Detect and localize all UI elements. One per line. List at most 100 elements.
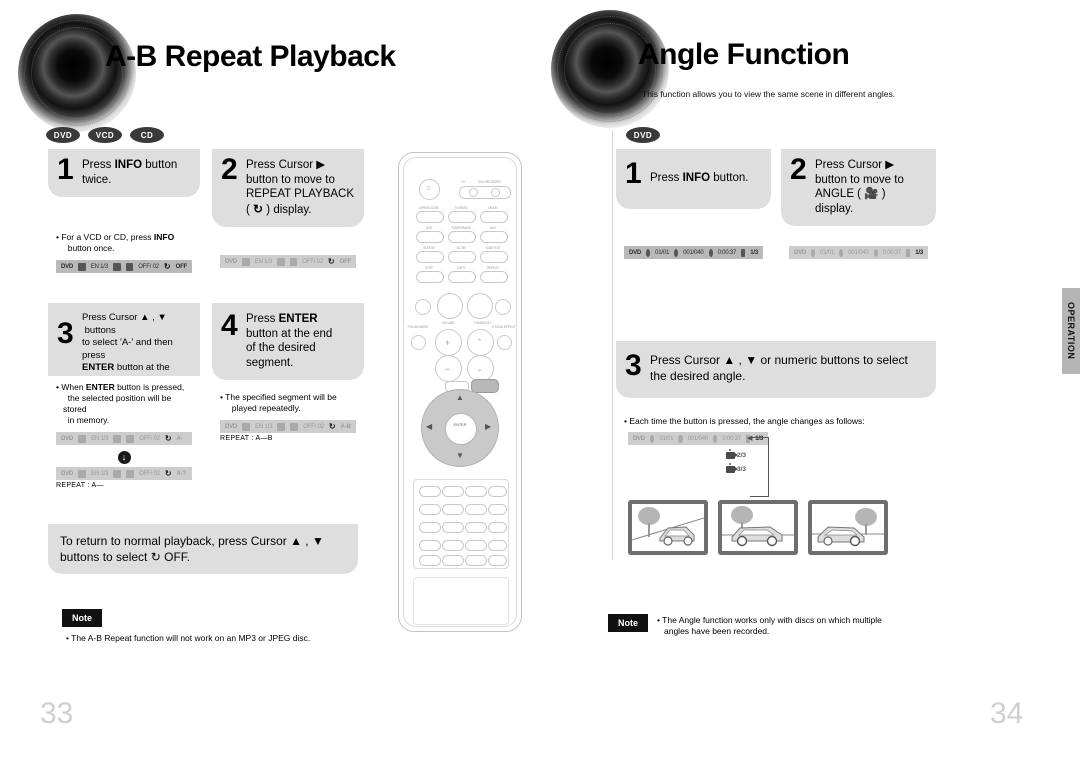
osd-bar: DVD 01/01 001/040 0:00:37 1/3 bbox=[789, 246, 928, 259]
down-arrow-icon: ↓ bbox=[56, 449, 192, 464]
step-number: 3 bbox=[625, 349, 642, 382]
skip-forward-button bbox=[495, 299, 511, 315]
pscan-mode-button bbox=[411, 335, 426, 350]
osd-disc-label: DVD bbox=[61, 435, 74, 442]
stop-button bbox=[437, 293, 463, 319]
key-3 bbox=[465, 486, 487, 497]
step-text: Press Cursor ▶ button to move to ANGLE ( 🎥… bbox=[815, 159, 904, 215]
tv-led bbox=[469, 188, 478, 197]
minus-icon: − bbox=[444, 364, 451, 374]
badge-cd: CD bbox=[130, 127, 164, 143]
subtitle-icon bbox=[242, 257, 250, 266]
osd-angle: 1/3 bbox=[915, 249, 924, 256]
key-8 bbox=[442, 522, 464, 533]
repeat-status-line: REPEAT : A— bbox=[56, 482, 104, 489]
step-text: Press Cursor ▶ button to move to REPEAT PL… bbox=[246, 159, 355, 216]
caption-icon bbox=[290, 422, 299, 431]
osd-time: 0:00:37 bbox=[882, 249, 902, 256]
aux-button bbox=[480, 231, 508, 243]
tv-dvd-selector bbox=[459, 186, 511, 199]
caption-icon bbox=[126, 434, 135, 443]
play-pause-button bbox=[467, 293, 493, 319]
right-page: Angle Function This function allows you … bbox=[540, 0, 1080, 763]
key-4 bbox=[419, 504, 441, 515]
note-label: Note bbox=[62, 609, 102, 627]
osd-chapter: 001/040 bbox=[848, 249, 869, 256]
open-close-button bbox=[416, 211, 444, 223]
osd-repeat: A-B bbox=[340, 423, 351, 430]
osd-title: 01/01 bbox=[655, 249, 670, 256]
subtitle-icon bbox=[78, 434, 87, 443]
key-1 bbox=[419, 486, 441, 497]
angle-options: 2/3 3/3 bbox=[726, 448, 746, 477]
osd-disc-label: DVD bbox=[794, 249, 807, 256]
caption-icon bbox=[289, 257, 298, 266]
chapter-icon bbox=[839, 248, 844, 257]
angle-sequence-diagram: DVD 01/01 001/040 0:00:37 1/3 2/3 3/3 ◀ bbox=[628, 432, 769, 497]
osd-audio: EN 1/3 bbox=[91, 435, 109, 442]
osd-repeat: OFF bbox=[175, 263, 188, 270]
osd-disc-label: DVD bbox=[225, 258, 238, 265]
audio-icon bbox=[276, 257, 285, 266]
osd-audio: EN 1/3 bbox=[91, 470, 109, 477]
right-page-subtitle: This function allows you to view the sam… bbox=[642, 89, 896, 99]
osd-disc-label: DVD bbox=[225, 423, 238, 430]
osd-subtitle: OFF/ 02 bbox=[138, 263, 159, 270]
right-page-title: Angle Function bbox=[638, 38, 850, 71]
badge-dvd: DVD bbox=[46, 127, 80, 143]
remote-tv-label: TV bbox=[461, 180, 465, 184]
dpad-up-icon: ▲ bbox=[456, 393, 464, 402]
osd-time: 0:00:37 bbox=[722, 435, 741, 442]
step-text: Press INFO button. bbox=[650, 172, 749, 184]
step-1-bullet: • For a VCD or CD, press INFO button onc… bbox=[56, 232, 175, 253]
angle-camera-icon bbox=[726, 466, 738, 473]
section-tab-label: OPERATION bbox=[1066, 302, 1076, 360]
osd-chapter: 001/040 bbox=[687, 435, 709, 442]
step-2-right: 2 Press Cursor ▶ button to move to ANGLE (… bbox=[781, 149, 936, 226]
osd-subtitle: OFF/ 02 bbox=[302, 258, 323, 265]
step-3-right: 3 Press Cursor ▲ , ▼ or numeric buttons … bbox=[616, 341, 936, 398]
thumbnail-angle-2 bbox=[718, 500, 798, 555]
osd-repeat: A-? bbox=[176, 470, 187, 477]
tv-video-label: TV/VIDEO bbox=[453, 206, 469, 210]
disc-icon bbox=[650, 434, 655, 443]
dvd-led bbox=[491, 188, 500, 197]
note-block-left: Note • The A-B Repeat function will not … bbox=[62, 608, 310, 644]
note-label: Note bbox=[608, 614, 648, 632]
repeat-icon: ↻ bbox=[328, 422, 336, 431]
subtitle-label: SUBTITLE bbox=[485, 246, 501, 250]
disc-icon bbox=[811, 248, 816, 257]
step-1-body-right: DVD 01/01 001/040 0:00:37 1/3 bbox=[616, 226, 771, 267]
cancel-button bbox=[465, 540, 487, 551]
disc-icon bbox=[646, 248, 651, 257]
dvd-label: DVD bbox=[425, 226, 433, 230]
osd-repeat: OFF bbox=[339, 258, 352, 265]
step-3-body-left: • When ENTER button is pressed, the sele… bbox=[48, 376, 200, 497]
step-1-right: 1 Press INFO button. bbox=[616, 149, 771, 209]
osd-subtitle: OFF/ 02 bbox=[139, 470, 160, 477]
key-6 bbox=[465, 504, 487, 515]
repeat-icon: ↻ bbox=[163, 262, 171, 271]
angle-thumbnails bbox=[628, 500, 888, 555]
key-9 bbox=[465, 522, 487, 533]
osd-subtitle: OFF/ 02 bbox=[139, 435, 160, 442]
step-4-body-left: • The specified segment will be played r… bbox=[212, 386, 364, 450]
key-5 bbox=[442, 504, 464, 515]
thumbnail-angle-1 bbox=[628, 500, 708, 555]
keypad-panel bbox=[413, 479, 509, 569]
chevron-up-icon: ⌃ bbox=[476, 339, 483, 346]
sound-edit-button bbox=[488, 504, 507, 515]
chapter-icon bbox=[674, 248, 679, 257]
angle-option-3: 3/3 bbox=[726, 466, 746, 473]
car-scene-angle-2 bbox=[722, 506, 794, 547]
tuner-band-button bbox=[448, 231, 476, 243]
audio-icon bbox=[113, 434, 122, 443]
osd-disc-label: DVD bbox=[61, 263, 74, 270]
subtitle-icon bbox=[78, 469, 87, 478]
sleep-button bbox=[419, 540, 441, 551]
step-1-body-left: • For a VCD or CD, press INFO button onc… bbox=[48, 226, 200, 281]
repeat-icon: ↻ bbox=[164, 469, 172, 478]
osd-disc-label: DVD bbox=[61, 470, 74, 477]
mode-button bbox=[480, 211, 508, 223]
skip-back-button bbox=[415, 299, 431, 315]
